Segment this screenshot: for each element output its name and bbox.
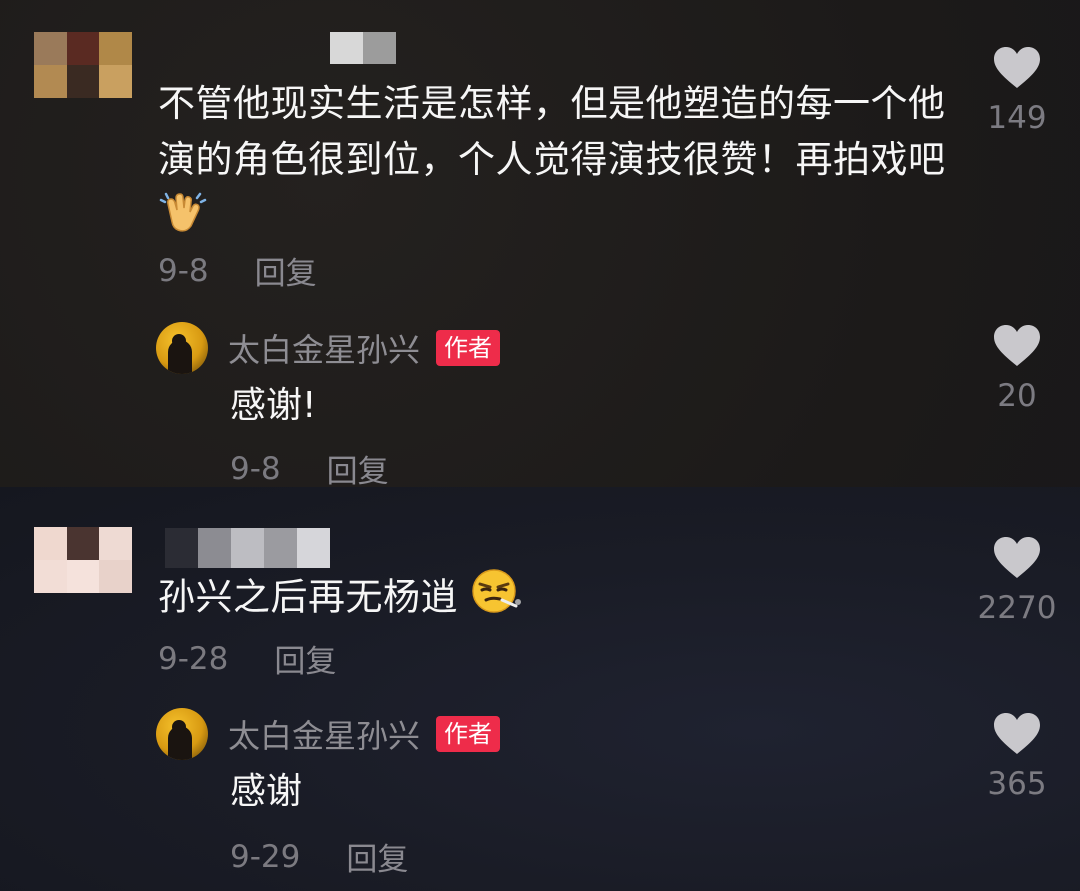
comment-item: 孙兴之后再无杨逍 9-28 回复 2270 太白金星孙兴 作者 感谢 9-29 … — [0, 0, 1080, 891]
reply-button[interactable]: 回复 — [274, 636, 336, 681]
reply-date: 9-29 — [230, 838, 301, 875]
comment-body: 孙兴之后再无杨逍 — [158, 575, 458, 619]
smug-face-icon — [470, 568, 522, 630]
comment-meta: 9-28 回复 — [158, 636, 336, 681]
reply-meta: 9-29 回复 — [230, 834, 408, 879]
commenter-name-blurred[interactable] — [165, 528, 330, 568]
author-badge: 作者 — [436, 716, 501, 752]
author-name[interactable]: 太白金星孙兴 — [228, 711, 420, 757]
like-button[interactable]: 2270 — [962, 536, 1072, 626]
like-count: 365 — [987, 766, 1047, 802]
author-avatar[interactable] — [156, 708, 208, 760]
reply-text: 感谢 — [230, 771, 303, 812]
comment-date: 9-28 — [158, 640, 229, 677]
like-button[interactable]: 365 — [962, 712, 1072, 802]
comment-text: 孙兴之后再无杨逍 — [158, 568, 958, 630]
like-count: 2270 — [977, 590, 1057, 626]
reply-author-row: 太白金星孙兴 作者 — [156, 708, 501, 760]
heart-icon — [994, 537, 1040, 578]
reply-button[interactable]: 回复 — [346, 834, 408, 879]
comment-list: 不管他现实生活是怎样，但是他塑造的每一个他演的角色很到位，个人觉得演技很赞！再拍… — [0, 0, 1080, 891]
heart-icon — [994, 713, 1040, 754]
commenter-avatar-blurred[interactable] — [34, 527, 132, 593]
